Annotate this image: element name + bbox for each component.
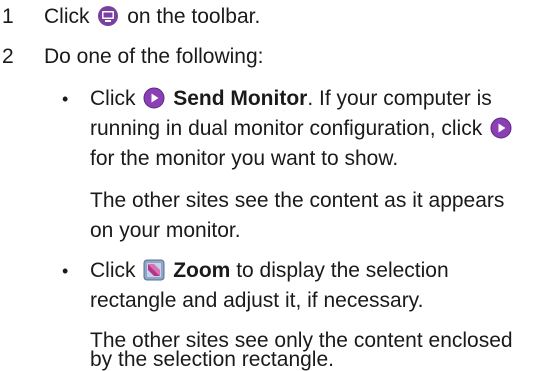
step-2: 2 Do one of the following: (0, 42, 560, 72)
step-number: 1 (2, 5, 14, 28)
send-monitor-option-line3: for the monitor you want to show. (90, 147, 399, 170)
zoom-label: Zoom (173, 259, 231, 282)
step-1: 1 Click on the toolbar. (0, 2, 560, 32)
zoom-icon (143, 259, 165, 281)
send-monitor-label: Send Monitor (173, 87, 308, 110)
content-share-icon (97, 5, 119, 27)
step-text: Click on the toolbar. (44, 2, 260, 32)
send-monitor-note-line2: on your monitor. (90, 219, 241, 242)
step-number: 2 (2, 45, 14, 68)
send-monitor-option-line1: Click Send Monitor. If your computer is (90, 84, 492, 114)
send-monitor-after: . If your computer is (307, 87, 492, 110)
zoom-option-line2: rectangle and adjust it, if necessary. (90, 289, 424, 312)
send-monitor-play-icon (143, 87, 165, 109)
send-monitor-option-line2: running in dual monitor configuration, c… (90, 114, 514, 144)
bullet: • (62, 89, 69, 109)
bullet: • (62, 261, 69, 281)
step-text-rest: on the toolbar. (127, 5, 261, 28)
send-monitor-play-icon (490, 117, 512, 139)
click-word: Click (90, 259, 136, 282)
step-text-click: Click (44, 5, 90, 28)
zoom-after: to display the selection (236, 259, 449, 282)
send-monitor-note-line1: The other sites see the content as it ap… (90, 189, 505, 212)
zoom-note-line2: by the selection rectangle. (90, 348, 334, 371)
click-word: Click (90, 87, 136, 110)
zoom-option-line1: Click Zoom to display the selection (90, 256, 449, 286)
dual-monitor-text: running in dual monitor configuration, c… (90, 117, 483, 140)
step-text: Do one of the following: (44, 45, 264, 68)
